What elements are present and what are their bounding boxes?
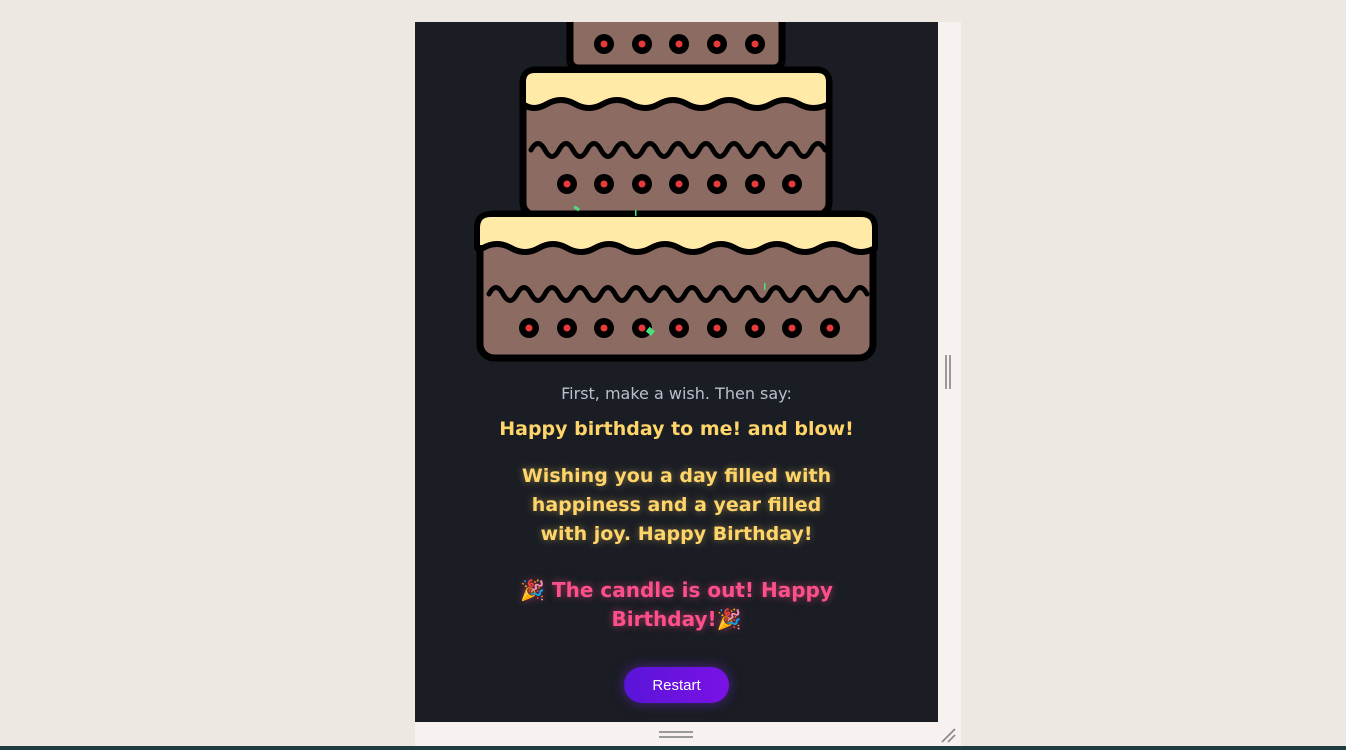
birthday-card: First, make a wish. Then say: Happy birt… [415, 22, 938, 722]
cake-middle-tier [519, 66, 833, 219]
vertical-resize-handle[interactable] [945, 355, 951, 389]
taskbar-edge [0, 746, 1346, 750]
candle-status: 🎉 The candle is out! Happy Birthday!🎉 [520, 578, 833, 631]
wish-instruction: First, make a wish. Then say: [561, 384, 792, 403]
birthday-message: Wishing you a day filled with happiness … [521, 465, 832, 545]
restart-button[interactable]: Restart [624, 667, 729, 703]
resize-corner-icon[interactable] [939, 725, 957, 743]
birthday-cake-illustration [474, 22, 878, 362]
preview-frame: First, make a wish. Then say: Happy birt… [415, 22, 961, 750]
horizontal-resize-handle[interactable] [659, 731, 693, 739]
phrase-to-say: Happy birthday to me! and blow! [499, 418, 854, 440]
cake-bottom-tier [474, 210, 878, 362]
cake-top-tier [566, 22, 786, 72]
